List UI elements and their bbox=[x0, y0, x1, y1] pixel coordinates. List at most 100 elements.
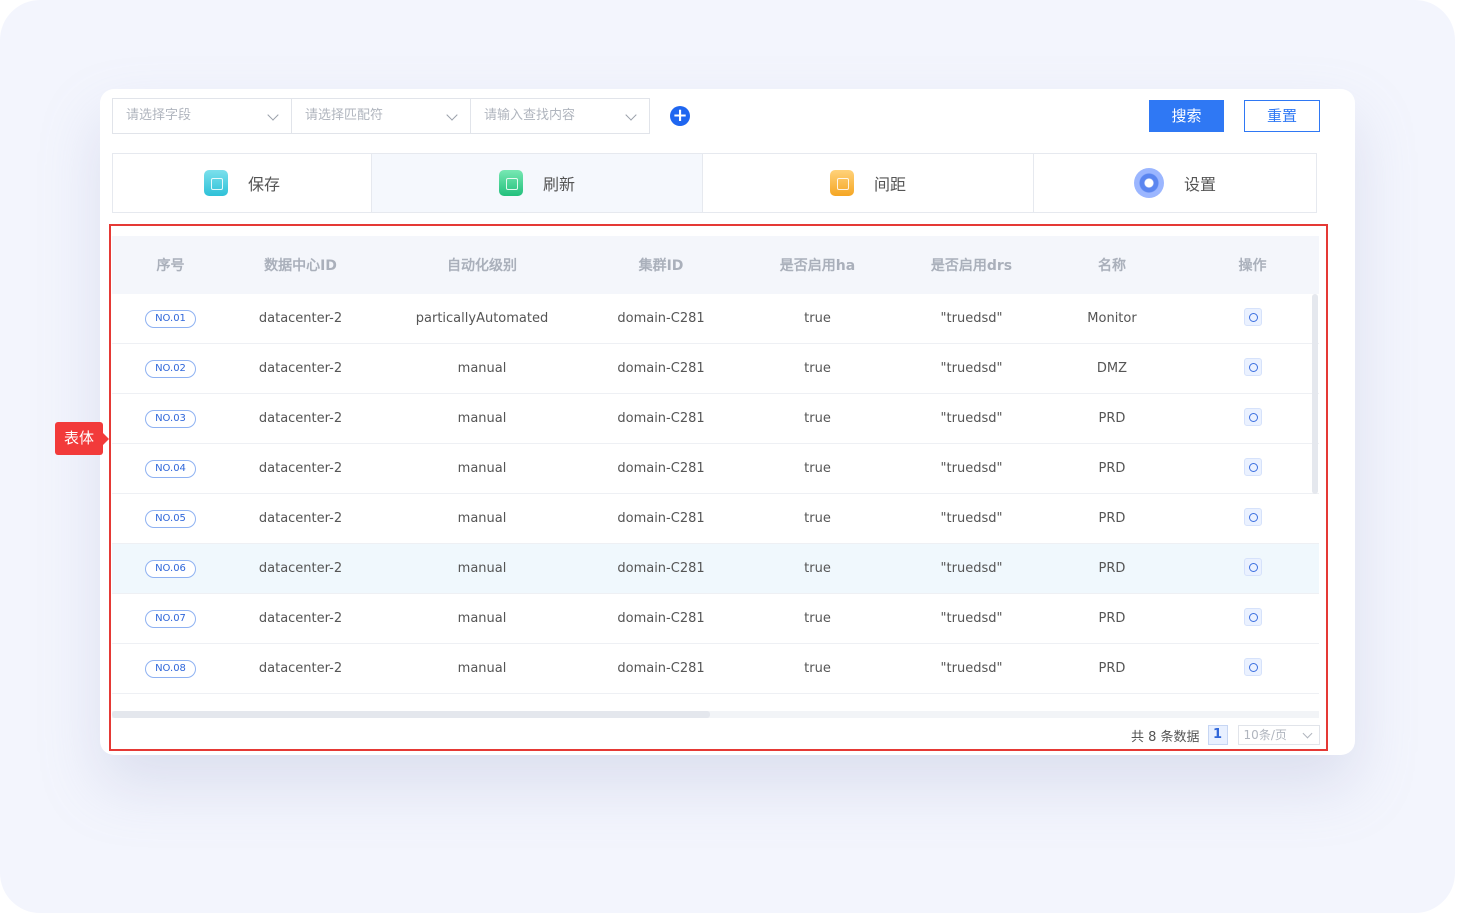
refresh-icon bbox=[498, 170, 523, 196]
row-index-badge: NO.05 bbox=[145, 509, 196, 528]
row-index-badge: NO.01 bbox=[145, 309, 196, 328]
table-row[interactable]: NO.03 datacenter-2 manual domain-C281 true "t… bbox=[112, 394, 1319, 444]
header-index[interactable]: 序号 bbox=[112, 255, 229, 275]
cell-name: PRD bbox=[1098, 511, 1126, 526]
row-index-badge: NO.08 bbox=[145, 659, 196, 678]
horizontal-scrollbar-thumb[interactable] bbox=[112, 711, 710, 718]
cell-cluster-id: domain-C281 bbox=[617, 661, 705, 676]
row-index-badge: NO.07 bbox=[145, 609, 196, 628]
view-detail-icon[interactable] bbox=[1243, 507, 1262, 526]
header-drs-enabled[interactable]: 是否启用drs bbox=[905, 255, 1038, 275]
cell-ha-enabled: true bbox=[804, 361, 831, 376]
total-count: 共 8 条数据 bbox=[1131, 729, 1200, 745]
cell-index: NO.02 bbox=[112, 359, 229, 378]
pagination: 共 8 条数据 1 10条/页 bbox=[1131, 725, 1320, 745]
cell-actions bbox=[1186, 457, 1319, 480]
view-detail-icon[interactable] bbox=[1243, 407, 1262, 426]
cell-datacenter-id: datacenter-2 bbox=[258, 311, 343, 326]
header-automation-level[interactable]: 自动化级别 bbox=[372, 255, 592, 275]
cell-index: NO.04 bbox=[112, 459, 229, 478]
cell-drs-enabled: "truedsd" bbox=[940, 311, 1003, 326]
cell-datacenter-id: datacenter-2 bbox=[258, 611, 343, 626]
cell-datacenter-id: datacenter-2 bbox=[258, 511, 343, 526]
row-index-badge: NO.02 bbox=[145, 359, 196, 378]
spacing-icon bbox=[829, 170, 854, 196]
tab-settings[interactable]: 设置 bbox=[1034, 154, 1316, 212]
table-row[interactable]: NO.07 datacenter-2 manual domain-C281 true "t… bbox=[112, 594, 1319, 644]
cell-actions bbox=[1186, 307, 1319, 330]
cell-cluster-id: domain-C281 bbox=[617, 561, 705, 576]
cell-cluster-id: domain-C281 bbox=[617, 511, 705, 526]
table-row[interactable]: NO.06 datacenter-2 manual domain-C281 true "t… bbox=[112, 544, 1319, 594]
cell-name: PRD bbox=[1098, 561, 1126, 576]
cell-index: NO.03 bbox=[112, 409, 229, 428]
tab-refresh-label: 刷新 bbox=[542, 175, 575, 194]
table-row[interactable]: NO.05 datacenter-2 manual domain-C281 true "t… bbox=[112, 494, 1319, 544]
cell-drs-enabled: "truedsd" bbox=[940, 511, 1003, 526]
cell-actions bbox=[1186, 357, 1319, 380]
cell-index: NO.08 bbox=[112, 659, 229, 678]
cell-actions bbox=[1186, 557, 1319, 580]
reset-button[interactable]: 重置 bbox=[1244, 100, 1320, 132]
page-size-value: 10条/页 bbox=[1243, 728, 1287, 742]
cell-automation-level: manual bbox=[457, 661, 507, 676]
cell-cluster-id: domain-C281 bbox=[617, 411, 705, 426]
table-row[interactable]: NO.01 datacenter-2 particallyAutomated doma… bbox=[112, 294, 1319, 344]
header-datacenter-id[interactable]: 数据中心ID bbox=[229, 255, 372, 275]
add-condition-icon[interactable]: + bbox=[670, 106, 690, 126]
cell-drs-enabled: "truedsd" bbox=[940, 561, 1003, 576]
tab-spacing[interactable]: 间距 bbox=[703, 154, 1034, 212]
cell-datacenter-id: datacenter-2 bbox=[258, 461, 343, 476]
chevron-down-icon bbox=[625, 109, 637, 121]
vertical-scrollbar[interactable] bbox=[1312, 294, 1318, 494]
cell-ha-enabled: true bbox=[804, 661, 831, 676]
table-row[interactable]: NO.02 datacenter-2 manual domain-C281 true "t… bbox=[112, 344, 1319, 394]
toolbar-tabs: 保存 刷新 间距 设置 bbox=[112, 153, 1317, 213]
view-detail-icon[interactable] bbox=[1243, 557, 1262, 576]
chevron-down-icon bbox=[446, 109, 458, 121]
cell-automation-level: manual bbox=[457, 561, 507, 576]
tab-refresh[interactable]: 刷新 bbox=[372, 154, 703, 212]
view-detail-icon[interactable] bbox=[1243, 657, 1262, 676]
cell-datacenter-id: datacenter-2 bbox=[258, 411, 343, 426]
cell-datacenter-id: datacenter-2 bbox=[258, 561, 343, 576]
header-cluster-id[interactable]: 集群ID bbox=[592, 255, 730, 275]
header-name[interactable]: 名称 bbox=[1038, 255, 1186, 275]
field-select-placeholder: 请选择字段 bbox=[126, 108, 192, 123]
gear-icon bbox=[1133, 168, 1164, 198]
view-detail-icon[interactable] bbox=[1243, 307, 1262, 326]
search-button[interactable]: 搜索 bbox=[1149, 100, 1224, 132]
page-size-select[interactable]: 10条/页 bbox=[1237, 725, 1320, 745]
table-row[interactable]: NO.04 datacenter-2 manual domain-C281 true "t… bbox=[112, 444, 1319, 494]
cell-ha-enabled: true bbox=[804, 411, 831, 426]
match-select[interactable]: 请选择匹配符 bbox=[291, 98, 471, 134]
table-header: 序号 数据中心ID 自动化级别 集群ID 是否启用ha 是否启用drs 名称 操… bbox=[112, 236, 1319, 294]
page-number-current[interactable]: 1 bbox=[1207, 725, 1228, 745]
save-icon bbox=[203, 170, 228, 196]
cell-ha-enabled: true bbox=[804, 611, 831, 626]
row-index-badge: NO.04 bbox=[145, 459, 196, 478]
tab-save[interactable]: 保存 bbox=[113, 154, 372, 212]
cell-ha-enabled: true bbox=[804, 461, 831, 476]
cell-automation-level: manual bbox=[457, 611, 507, 626]
cell-index: NO.06 bbox=[112, 559, 229, 578]
data-table: 序号 数据中心ID 自动化级别 集群ID 是否启用ha 是否启用drs 名称 操… bbox=[112, 236, 1319, 694]
view-detail-icon[interactable] bbox=[1243, 607, 1262, 626]
cell-drs-enabled: "truedsd" bbox=[940, 361, 1003, 376]
cell-automation-level: manual bbox=[457, 511, 507, 526]
tab-spacing-label: 间距 bbox=[873, 175, 906, 194]
row-index-badge: NO.06 bbox=[145, 559, 196, 578]
cell-drs-enabled: "truedsd" bbox=[940, 611, 1003, 626]
header-ha-enabled[interactable]: 是否启用ha bbox=[730, 255, 905, 275]
search-content-input[interactable]: 请输入查找内容 bbox=[470, 98, 650, 134]
cell-automation-level: manual bbox=[457, 461, 507, 476]
search-content-placeholder: 请输入查找内容 bbox=[484, 108, 576, 123]
view-detail-icon[interactable] bbox=[1243, 457, 1262, 476]
field-select[interactable]: 请选择字段 bbox=[112, 98, 292, 134]
cell-drs-enabled: "truedsd" bbox=[940, 661, 1003, 676]
table-body: NO.01 datacenter-2 particallyAutomated doma… bbox=[112, 294, 1319, 694]
cell-ha-enabled: true bbox=[804, 511, 831, 526]
table-row[interactable]: NO.08 datacenter-2 manual domain-C281 true "t… bbox=[112, 644, 1319, 694]
cell-cluster-id: domain-C281 bbox=[617, 311, 705, 326]
view-detail-icon[interactable] bbox=[1243, 357, 1262, 376]
